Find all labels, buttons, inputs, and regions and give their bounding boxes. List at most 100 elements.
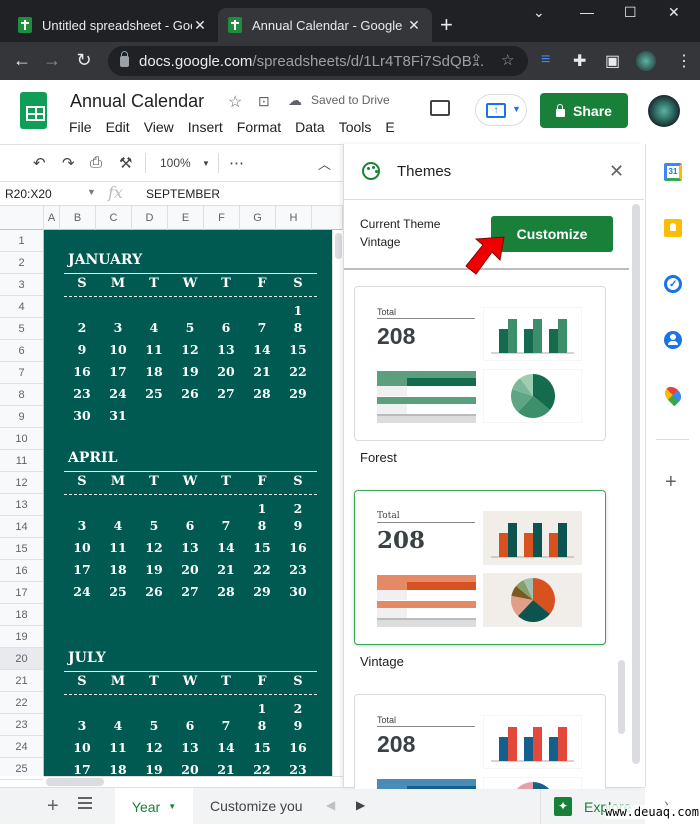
day-cell[interactable]: 1 <box>280 303 316 318</box>
row-header[interactable]: 20 <box>0 648 43 670</box>
row-header[interactable]: 8 <box>0 384 43 406</box>
theme-card-vintage[interactable]: Total 208 <box>354 490 606 645</box>
theme-name[interactable]: Vintage <box>360 654 404 669</box>
column-header[interactable]: E <box>168 206 204 230</box>
row-header[interactable]: 18 <box>0 604 43 626</box>
day-cell[interactable]: 5 <box>172 320 208 335</box>
day-cell[interactable]: 22 <box>244 562 280 577</box>
day-cell[interactable]: 26 <box>136 584 172 599</box>
menu-format[interactable]: Format <box>237 119 281 135</box>
day-cell[interactable]: 27 <box>172 584 208 599</box>
day-cell[interactable]: 10 <box>100 342 136 357</box>
day-cell[interactable]: 18 <box>100 562 136 577</box>
grid-vertical-scrollbar[interactable] <box>332 230 343 776</box>
menu-data[interactable]: Data <box>295 119 325 135</box>
day-cell[interactable]: 15 <box>244 540 280 555</box>
row-header[interactable]: 9 <box>0 406 43 428</box>
day-cell[interactable]: 6 <box>208 320 244 335</box>
day-cell[interactable]: 4 <box>100 718 136 733</box>
row-header[interactable]: 17 <box>0 582 43 604</box>
day-cell[interactable]: 21 <box>244 364 280 379</box>
present-button[interactable]: ↑ ▼ <box>475 94 527 126</box>
row-header[interactable]: 12 <box>0 472 43 494</box>
maximize-button[interactable]: ☐ <box>624 4 637 21</box>
day-cell[interactable]: 12 <box>136 740 172 755</box>
day-cell[interactable]: 20 <box>208 364 244 379</box>
day-cell[interactable]: 2 <box>280 501 316 516</box>
row-header[interactable]: 11 <box>0 450 43 472</box>
day-cell[interactable]: 21 <box>208 762 244 776</box>
day-cell[interactable]: 20 <box>172 762 208 776</box>
sheet-tab-year[interactable]: Year ▼ <box>115 788 193 825</box>
reload-icon[interactable]: ↻ <box>73 50 95 71</box>
day-cell[interactable]: 26 <box>172 386 208 401</box>
row-header[interactable]: 10 <box>0 428 43 450</box>
customize-button[interactable]: Customize <box>491 216 613 252</box>
day-cell[interactable]: 16 <box>64 364 100 379</box>
column-header[interactable]: B <box>60 206 96 230</box>
day-cell[interactable]: 2 <box>64 320 100 335</box>
day-cell[interactable]: 4 <box>136 320 172 335</box>
day-cell[interactable]: 16 <box>280 540 316 555</box>
row-header[interactable]: 22 <box>0 692 43 714</box>
day-cell[interactable]: 8 <box>244 718 280 733</box>
document-title[interactable]: Annual Calendar <box>70 91 204 112</box>
day-cell[interactable]: 14 <box>208 740 244 755</box>
day-cell[interactable]: 23 <box>280 762 316 776</box>
address-bar[interactable]: docs.google.com/spreadsheets/d/1Lr4T8Fi7… <box>108 46 528 76</box>
column-header[interactable]: F <box>204 206 240 230</box>
day-cell[interactable]: 17 <box>64 762 100 776</box>
menu-edit[interactable]: Edit <box>106 119 130 135</box>
day-cell[interactable]: 12 <box>172 342 208 357</box>
day-cell[interactable]: 13 <box>172 540 208 555</box>
row-header[interactable]: 15 <box>0 538 43 560</box>
column-header[interactable]: D <box>132 206 168 230</box>
zoom-select[interactable]: 100% <box>160 156 191 170</box>
paint-format-icon[interactable]: ⚒ <box>119 154 132 172</box>
sheet-tab-customize[interactable]: Customize you <box>210 798 310 814</box>
share-page-icon[interactable]: ⇪ <box>470 51 483 69</box>
tasks-icon[interactable]: ✓ <box>664 275 682 293</box>
share-button[interactable]: Share <box>540 93 628 128</box>
formula-input[interactable]: SEPTEMBER <box>146 187 220 201</box>
day-cell[interactable]: 29 <box>244 584 280 599</box>
row-header[interactable]: 25 <box>0 758 43 780</box>
close-tab-icon[interactable]: ✕ <box>406 17 422 34</box>
row-header[interactable]: 21 <box>0 670 43 692</box>
row-header[interactable]: 13 <box>0 494 43 516</box>
menu-tools[interactable]: Tools <box>339 119 372 135</box>
browser-menu-icon[interactable]: ⋮ <box>676 51 692 71</box>
day-cell[interactable]: 19 <box>136 762 172 776</box>
day-cell[interactable]: 8 <box>244 518 280 533</box>
minimize-button[interactable]: — <box>580 4 594 20</box>
side-panel-icon[interactable]: ▣ <box>605 51 620 71</box>
day-cell[interactable]: 27 <box>208 386 244 401</box>
day-cell[interactable]: 9 <box>280 718 316 733</box>
day-cell[interactable]: 17 <box>100 364 136 379</box>
browser-tab-untitled[interactable]: Untitled spreadsheet - Goog ✕ <box>8 8 218 42</box>
day-cell[interactable]: 10 <box>64 740 100 755</box>
comments-icon[interactable] <box>430 100 450 116</box>
browser-tab-annual-calendar[interactable]: Annual Calendar - Google S ✕ <box>218 8 432 42</box>
column-header[interactable]: G <box>240 206 276 230</box>
name-box[interactable]: R20:X20 <box>5 187 52 201</box>
redo-icon[interactable]: ↷ <box>62 154 75 172</box>
day-cell[interactable]: 15 <box>280 342 316 357</box>
day-cell[interactable]: 3 <box>64 718 100 733</box>
day-cell[interactable]: 7 <box>208 718 244 733</box>
profile-avatar[interactable] <box>636 51 656 71</box>
sheets-logo-icon[interactable] <box>20 92 47 129</box>
column-header[interactable]: C <box>96 206 132 230</box>
panel-scrollbar[interactable] <box>632 204 640 764</box>
row-header[interactable]: 23 <box>0 714 43 736</box>
day-cell[interactable]: 22 <box>244 762 280 776</box>
star-icon[interactable]: ☆ <box>228 92 242 112</box>
close-tab-icon[interactable]: ✕ <box>192 17 208 34</box>
row-header[interactable]: 6 <box>0 340 43 362</box>
day-cell[interactable]: 7 <box>244 320 280 335</box>
forward-icon[interactable]: → <box>41 50 63 71</box>
day-cell[interactable]: 30 <box>280 584 316 599</box>
day-cell[interactable]: 9 <box>64 342 100 357</box>
scroll-thumb[interactable] <box>46 778 104 786</box>
menu-view[interactable]: View <box>144 119 174 135</box>
